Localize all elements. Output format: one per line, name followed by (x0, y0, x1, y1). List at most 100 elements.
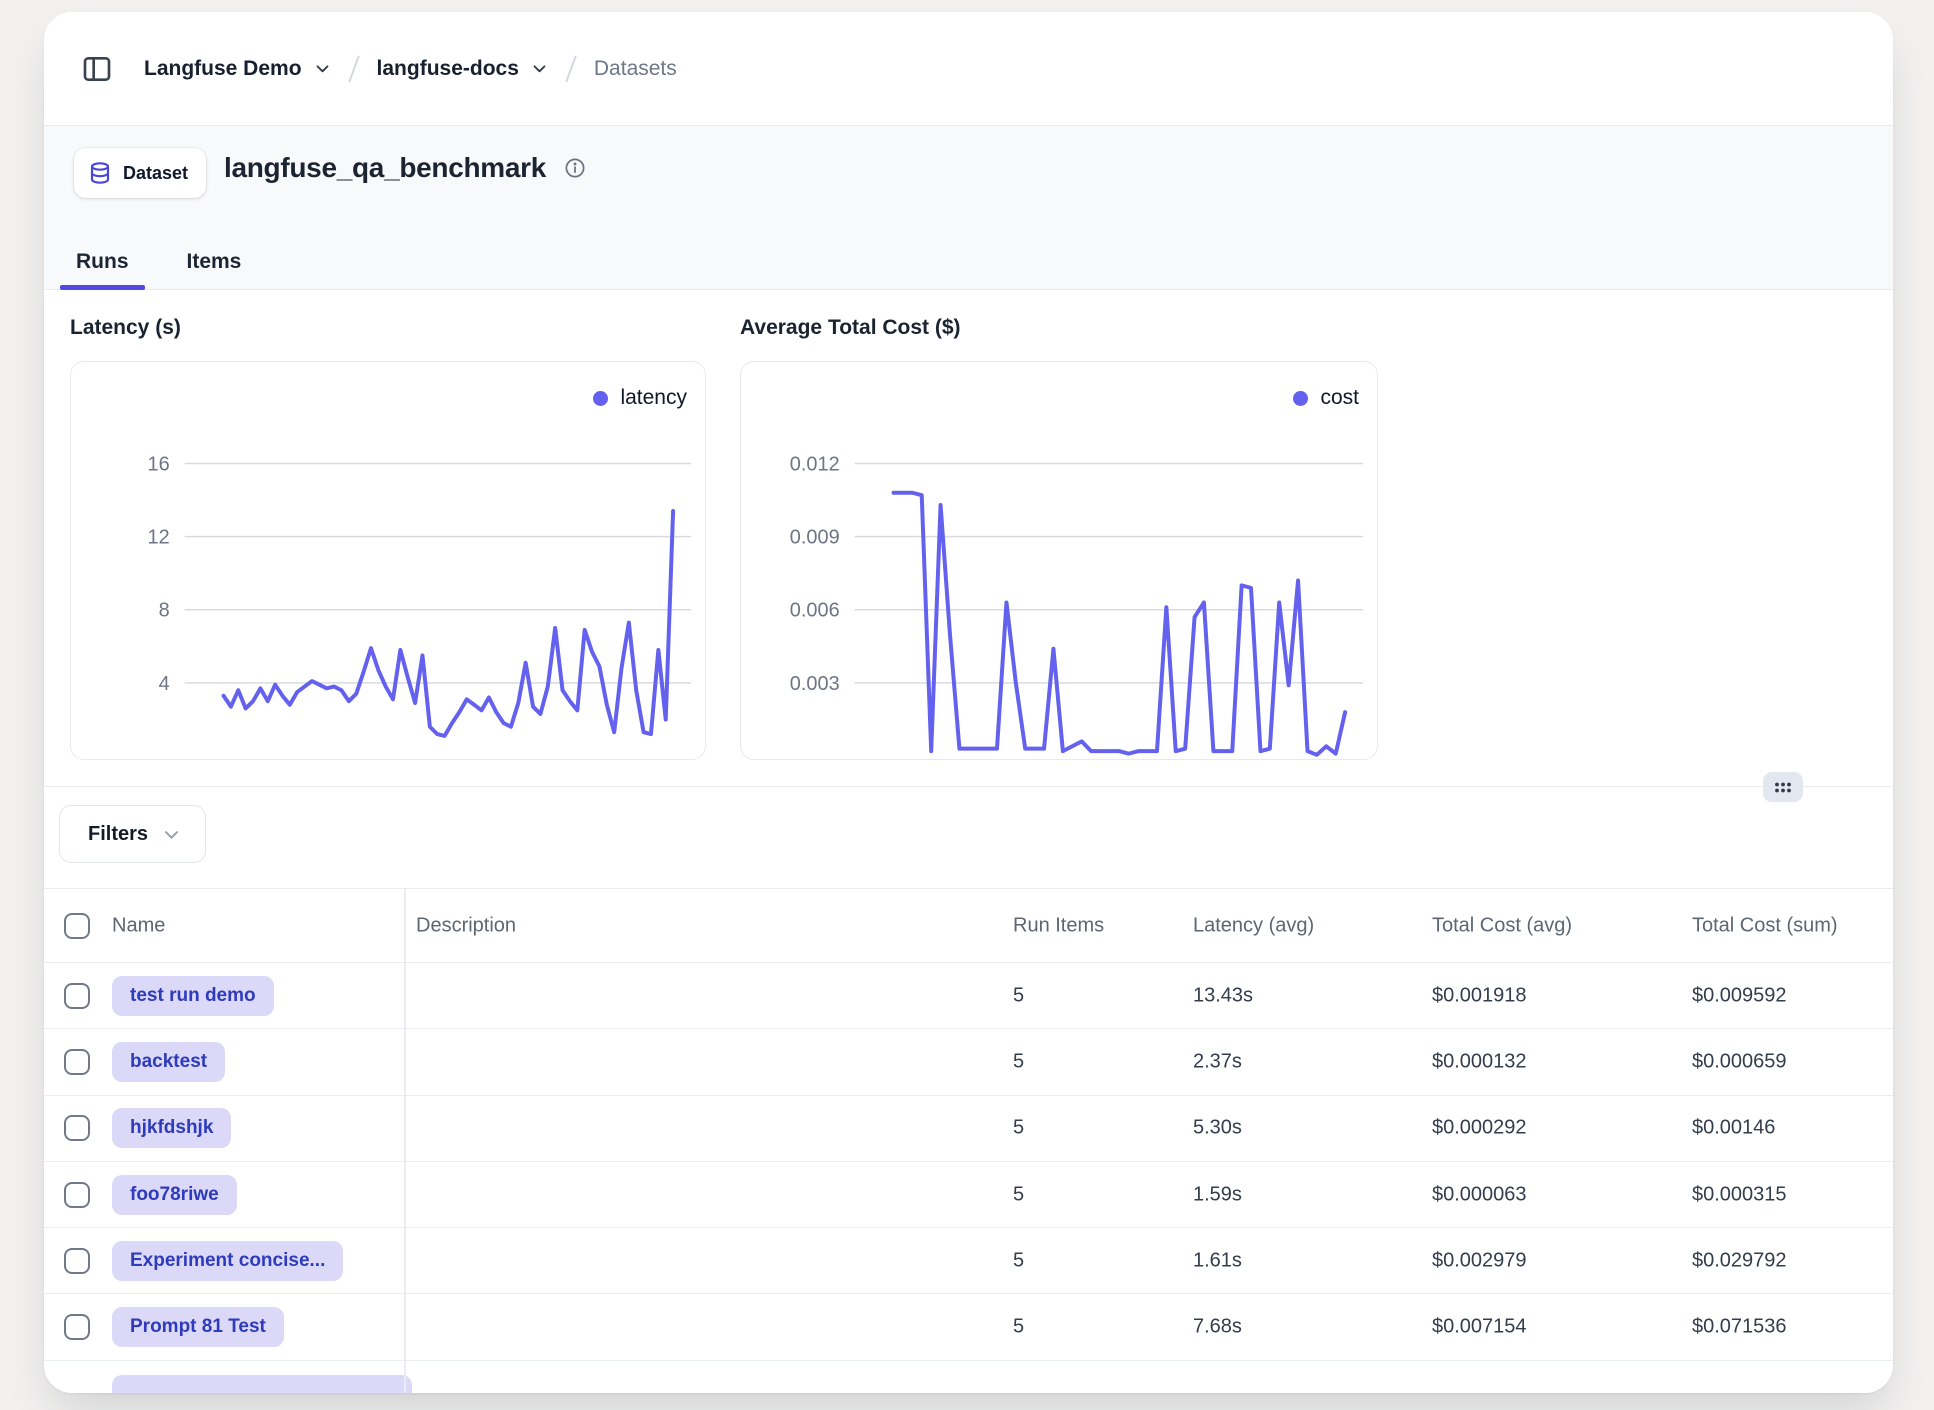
total-cost-sum-cell: $0.029792 (1692, 1249, 1787, 1272)
column-header-latency-avg: Latency (avg) (1193, 914, 1314, 937)
table-row[interactable]: backtest 5 2.37s $0.000132 $0.000659 (44, 1029, 1893, 1095)
column-header-total-cost-sum: Total Cost (sum) (1692, 914, 1838, 937)
chart-line (894, 493, 1346, 755)
run-items-cell: 5 (1013, 1249, 1024, 1272)
filters-button-label: Filters (88, 823, 148, 846)
latency-avg-cell: 1.59s (1193, 1183, 1242, 1206)
latency-avg-cell: 5.30s (1193, 1117, 1242, 1140)
latency-avg-cell: 7.68s (1193, 1316, 1242, 1339)
row-checkbox[interactable] (64, 1314, 90, 1340)
run-name-badge[interactable]: test run demo (112, 976, 274, 1016)
run-name-badge-partial[interactable] (112, 1375, 412, 1393)
total-cost-sum-cell: $0.00146 (1692, 1117, 1775, 1140)
column-header-name: Name (112, 914, 165, 937)
table-body: test run demo 5 13.43s $0.001918 $0.009592 ba… (44, 963, 1893, 1361)
total-cost-sum-cell: $0.071536 (1692, 1316, 1787, 1339)
y-axis-tick-label: 12 (148, 527, 170, 549)
total-cost-avg-cell: $0.002979 (1432, 1249, 1527, 1272)
table-row[interactable]: Prompt 81 Test 5 7.68s $0.007154 $0.071536 (44, 1294, 1893, 1360)
breadcrumb-project-button[interactable]: langfuse-docs (377, 57, 548, 81)
database-icon (88, 160, 112, 186)
dataset-badge-label: Dataset (123, 163, 188, 184)
column-header-run-items: Run Items (1013, 914, 1104, 937)
breadcrumb-org-button[interactable]: Langfuse Demo (144, 57, 331, 81)
legend-label: latency (620, 386, 687, 410)
main-card: Langfuse Demo langfuse-docs Datasets Dat… (44, 12, 1893, 1393)
tab-runs[interactable]: Runs (60, 235, 145, 289)
latency-chart: 16 12 8 4 latency (70, 361, 706, 760)
cost-chart: 0.0120.0090.0060.003 cost (740, 361, 1378, 760)
run-name-badge[interactable]: backtest (112, 1042, 225, 1082)
table-row[interactable]: foo78riwe51.59s$0.000063$0.000315 (44, 1162, 1893, 1228)
run-items-cell: 5 (1013, 1316, 1024, 1339)
total-cost-sum-cell: $0.009592 (1692, 984, 1787, 1007)
legend-dot-icon (1293, 391, 1308, 406)
filters-button[interactable]: Filters (59, 805, 206, 863)
y-axis-tick-label: 8 (159, 600, 170, 622)
latency-chart-title: Latency (s) (70, 316, 181, 340)
page-title: langfuse_qa_benchmark (224, 152, 546, 184)
run-items-cell: 5 (1013, 984, 1024, 1007)
info-icon[interactable] (564, 157, 586, 179)
row-checkbox[interactable] (64, 983, 90, 1009)
run-items-cell: 5 (1013, 1050, 1024, 1073)
breadcrumb-project-label: langfuse-docs (377, 57, 519, 81)
column-header-total-cost-avg: Total Cost (avg) (1432, 914, 1572, 937)
breadcrumb-separator (565, 55, 576, 82)
breadcrumb: Langfuse Demo langfuse-docs Datasets (144, 55, 677, 83)
chevron-down-icon (314, 60, 331, 77)
cost-line-chart: 0.0120.0090.0060.003 (741, 362, 1377, 759)
grip-dots-icon (1773, 780, 1793, 794)
y-axis-tick-label: 16 (148, 453, 170, 475)
total-cost-avg-cell: $0.000292 (1432, 1117, 1527, 1140)
cost-chart-legend: cost (1293, 386, 1359, 410)
dataset-tabs: Runs Items (60, 235, 257, 289)
y-axis-tick-label: 4 (159, 673, 170, 695)
breadcrumb-separator (348, 55, 359, 82)
row-checkbox[interactable] (64, 1182, 90, 1208)
panel-left-icon (81, 53, 113, 85)
charts-section: Latency (s) Average Total Cost ($) 16128… (44, 290, 1893, 787)
dataset-badge: Dataset (74, 148, 206, 198)
chevron-down-icon (531, 60, 548, 77)
table-row[interactable]: Experiment concise... 5 1.61s $0.002979 $0.0… (44, 1228, 1893, 1294)
dataset-header-strip: Dataset langfuse_qa_benchmark Runs Items (44, 126, 1893, 290)
run-name-badge[interactable]: foo78riwe (112, 1175, 237, 1215)
latency-avg-cell: 1.61s (1193, 1249, 1242, 1272)
y-axis-tick-label: 0.003 (790, 673, 840, 695)
chart-line (224, 511, 674, 736)
latency-avg-cell: 2.37s (1193, 1050, 1242, 1073)
filters-section: Filters (44, 787, 1893, 888)
table-row[interactable]: test run demo 5 13.43s $0.001918 $0.009592 (44, 963, 1893, 1029)
tab-items-label: Items (187, 250, 242, 274)
row-checkbox[interactable] (64, 1115, 90, 1141)
column-divider (404, 889, 406, 1393)
column-header-description: Description (416, 914, 516, 937)
run-name-badge[interactable]: Prompt 81 Test (112, 1307, 284, 1347)
total-cost-sum-cell: $0.000315 (1692, 1183, 1787, 1206)
total-cost-avg-cell: $0.000132 (1432, 1050, 1527, 1073)
top-navigation-bar: Langfuse Demo langfuse-docs Datasets (44, 12, 1893, 126)
run-name-badge[interactable]: Experiment concise... (112, 1241, 343, 1281)
select-all-checkbox[interactable] (64, 913, 90, 939)
total-cost-sum-cell: $0.000659 (1692, 1050, 1787, 1073)
row-checkbox[interactable] (64, 1049, 90, 1075)
legend-dot-icon (593, 391, 608, 406)
runs-table: Name Description Run Items Latency (avg)… (44, 888, 1893, 1393)
total-cost-avg-cell: $0.007154 (1432, 1316, 1527, 1339)
sidebar-toggle-button[interactable] (74, 46, 120, 92)
table-row[interactable]: hjkfdshjk 5 5.30s $0.000292 $0.00146 (44, 1096, 1893, 1162)
table-header-row: Name Description Run Items Latency (avg)… (44, 889, 1893, 963)
resize-drag-handle[interactable] (1763, 772, 1803, 802)
latency-avg-cell: 13.43s (1193, 984, 1253, 1007)
run-items-cell: 5 (1013, 1117, 1024, 1140)
tab-runs-label: Runs (76, 250, 129, 274)
latency-line-chart: 16 12 8 4 (71, 362, 705, 759)
breadcrumb-org-label: Langfuse Demo (144, 57, 302, 81)
chevron-down-icon (162, 825, 181, 844)
run-name-badge[interactable]: hjkfdshjk (112, 1108, 231, 1148)
total-cost-avg-cell: $0.001918 (1432, 984, 1527, 1007)
tab-items[interactable]: Items (171, 235, 258, 289)
latency-chart-legend: latency (593, 386, 687, 410)
row-checkbox[interactable] (64, 1248, 90, 1274)
